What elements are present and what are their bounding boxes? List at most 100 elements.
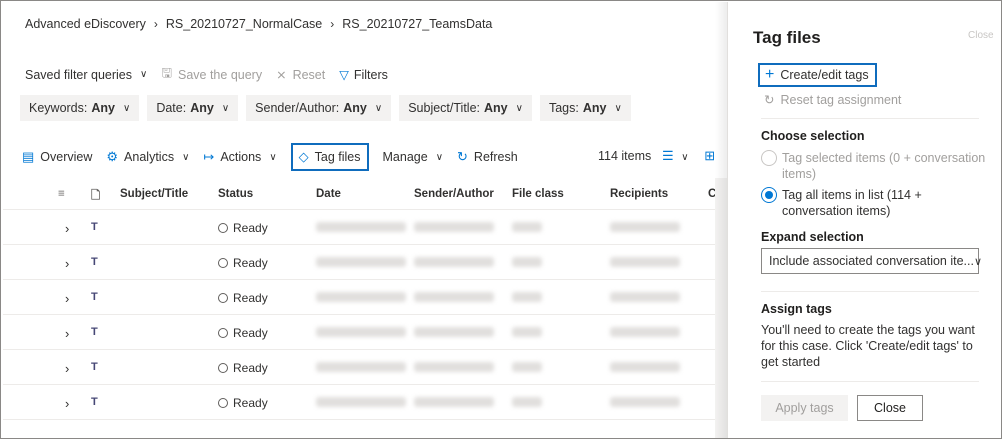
redacted-sender	[414, 327, 494, 337]
chevron-right-icon[interactable]: ›	[65, 326, 69, 341]
tag-files-label: Tag files	[314, 150, 361, 164]
actions-label: Actions	[220, 150, 262, 164]
save-icon: 🖫	[161, 66, 172, 80]
column-sender[interactable]: Sender/Author	[414, 188, 494, 200]
documents-table: ≡ 🗋 Subject/Title Status Date Sender/Aut…	[3, 180, 727, 420]
breadcrumb-item-reviewset: RS_20210727_TeamsData	[342, 17, 493, 31]
reset-button[interactable]: ⨯ Reset	[276, 67, 325, 83]
breadcrumb: Advanced eDiscovery › RS_20210727_Normal…	[25, 17, 492, 31]
saved-filter-queries-label: Saved filter queries	[25, 67, 133, 82]
redacted-date	[316, 257, 406, 267]
expand-selection-value: Include associated conversation ite...	[769, 254, 974, 268]
breadcrumb-item-case[interactable]: RS_20210727_NormalCase	[166, 17, 322, 31]
table-header: ≡ 🗋 Subject/Title Status Date Sender/Aut…	[3, 180, 727, 210]
expand-selection-dropdown[interactable]: Include associated conversation ite... ∨	[761, 248, 983, 274]
filter-chip-tags[interactable]: Tags: Any ∨	[539, 95, 631, 121]
manage-label: Manage	[382, 150, 428, 164]
analytics-button[interactable]: ⚙ Analytics ∨	[106, 143, 189, 171]
filter-chip-keywords[interactable]: Keywords: Any ∨	[20, 95, 140, 121]
table-body: › T Ready › T Ready › T Ready › T Ready › T Ready › T Rea…	[3, 210, 727, 420]
columns-icon: ⊞	[704, 148, 716, 163]
column-status[interactable]: Status	[218, 188, 253, 200]
actions-button[interactable]: ↦ Actions ∨	[203, 143, 276, 171]
expand-selection-heading: Expand selection	[761, 230, 864, 244]
redacted-date	[316, 397, 406, 407]
save-query-label: Save the query	[178, 67, 263, 82]
chevron-down-icon: ∨	[182, 151, 190, 163]
chevron-right-icon[interactable]: ›	[65, 396, 69, 411]
tag-files-button[interactable]: ◇ Tag files	[290, 143, 369, 171]
status-circle-icon	[218, 293, 228, 303]
list-view-icon: ☰	[662, 148, 674, 163]
chevron-right-icon[interactable]: ›	[65, 256, 69, 271]
redacted-recipients	[610, 362, 680, 372]
status-cell: Ready	[218, 256, 268, 270]
chevron-down-icon: ∨	[269, 151, 277, 163]
save-query-button[interactable]: 🖫 Save the query	[161, 64, 262, 85]
chevron-down-icon: ∨	[973, 255, 983, 268]
table-row[interactable]: › T Ready	[3, 280, 727, 315]
overview-button[interactable]: ▤ Overview	[22, 143, 92, 171]
filters-label: Filters	[353, 67, 388, 82]
refresh-label: Refresh	[473, 150, 518, 164]
status-label: Ready	[233, 396, 268, 410]
plus-icon: +	[765, 66, 775, 83]
filter-toolbar: Saved filter queries ∨ 🖫 Save the query …	[25, 64, 402, 85]
column-recipients[interactable]: Recipients	[610, 188, 668, 200]
chevron-right-icon[interactable]: ›	[65, 361, 69, 376]
list-icon[interactable]: ≡	[58, 188, 65, 200]
status-cell: Ready	[218, 396, 268, 410]
teams-icon: T	[91, 361, 98, 373]
create-edit-label: Create/edit tags	[780, 68, 869, 82]
refresh-icon: ↻	[457, 149, 468, 164]
status-cell: Ready	[218, 361, 268, 375]
saved-filter-queries-button[interactable]: Saved filter queries ∨	[25, 68, 147, 82]
reset-assignment-label: Reset tag assignment	[780, 93, 902, 107]
radio-circle	[761, 187, 777, 203]
filter-chip-date[interactable]: Date: Any ∨	[147, 95, 239, 121]
manage-button[interactable]: Manage ∨	[383, 143, 444, 171]
teams-icon: T	[91, 326, 98, 338]
tag-all-items-radio[interactable]: Tag all items in list (114 + conversatio…	[761, 187, 986, 219]
filter-chip-sender[interactable]: Sender/Author: Any ∨	[246, 95, 392, 121]
chevron-down-icon: ∨	[515, 102, 523, 114]
table-row[interactable]: › T Ready	[3, 210, 727, 245]
status-label: Ready	[233, 291, 268, 305]
apply-tags-button[interactable]: Apply tags	[761, 395, 848, 421]
view-options[interactable]: ☰ ∨ ⊞	[662, 148, 715, 164]
table-row[interactable]: › T Ready	[3, 385, 727, 420]
filter-chip-subject[interactable]: Subject/Title: Any ∨	[399, 95, 532, 121]
chip-value: Any	[190, 101, 214, 115]
column-date[interactable]: Date	[316, 188, 341, 200]
tag-files-panel: Tag files Close + Create/edit tags ↻ Rese…	[727, 2, 1001, 438]
column-file-class[interactable]: File class	[512, 188, 564, 200]
redacted-recipients	[610, 327, 680, 337]
status-circle-icon	[218, 328, 228, 338]
tag-selected-items-radio[interactable]: Tag selected items (0 + conversation ite…	[761, 150, 986, 182]
table-row[interactable]: › T Ready	[3, 315, 727, 350]
status-cell: Ready	[218, 291, 268, 305]
breadcrumb-item-ediscovery[interactable]: Advanced eDiscovery	[25, 17, 146, 31]
redacted-recipients	[610, 292, 680, 302]
reset-tag-assignment-button[interactable]: ↻ Reset tag assignment	[764, 92, 901, 107]
assign-tags-message: You'll need to create the tags you want …	[761, 323, 975, 369]
create-edit-tags-button[interactable]: + Create/edit tags	[758, 63, 877, 87]
chevron-right-icon[interactable]: ›	[65, 221, 69, 236]
close-button[interactable]: Close	[857, 395, 923, 421]
refresh-button[interactable]: ↻ Refresh	[457, 143, 518, 171]
divider	[761, 291, 979, 292]
redacted-file-class	[512, 292, 542, 302]
column-subject[interactable]: Subject/Title	[120, 188, 188, 200]
chevron-down-icon: ∨	[140, 69, 148, 80]
table-row[interactable]: › T Ready	[3, 350, 727, 385]
table-row[interactable]: › T Ready	[3, 245, 727, 280]
panel-title: Tag files	[753, 28, 821, 47]
chevron-right-icon[interactable]: ›	[65, 291, 69, 306]
redacted-recipients	[610, 257, 680, 267]
chip-label: Subject/Title:	[408, 101, 480, 115]
chip-label: Sender/Author:	[255, 101, 340, 115]
choose-selection-heading: Choose selection	[761, 129, 865, 143]
panel-close-link[interactable]: Close	[968, 30, 994, 41]
filters-button[interactable]: ▽ Filters	[339, 67, 388, 83]
redacted-sender	[414, 362, 494, 372]
